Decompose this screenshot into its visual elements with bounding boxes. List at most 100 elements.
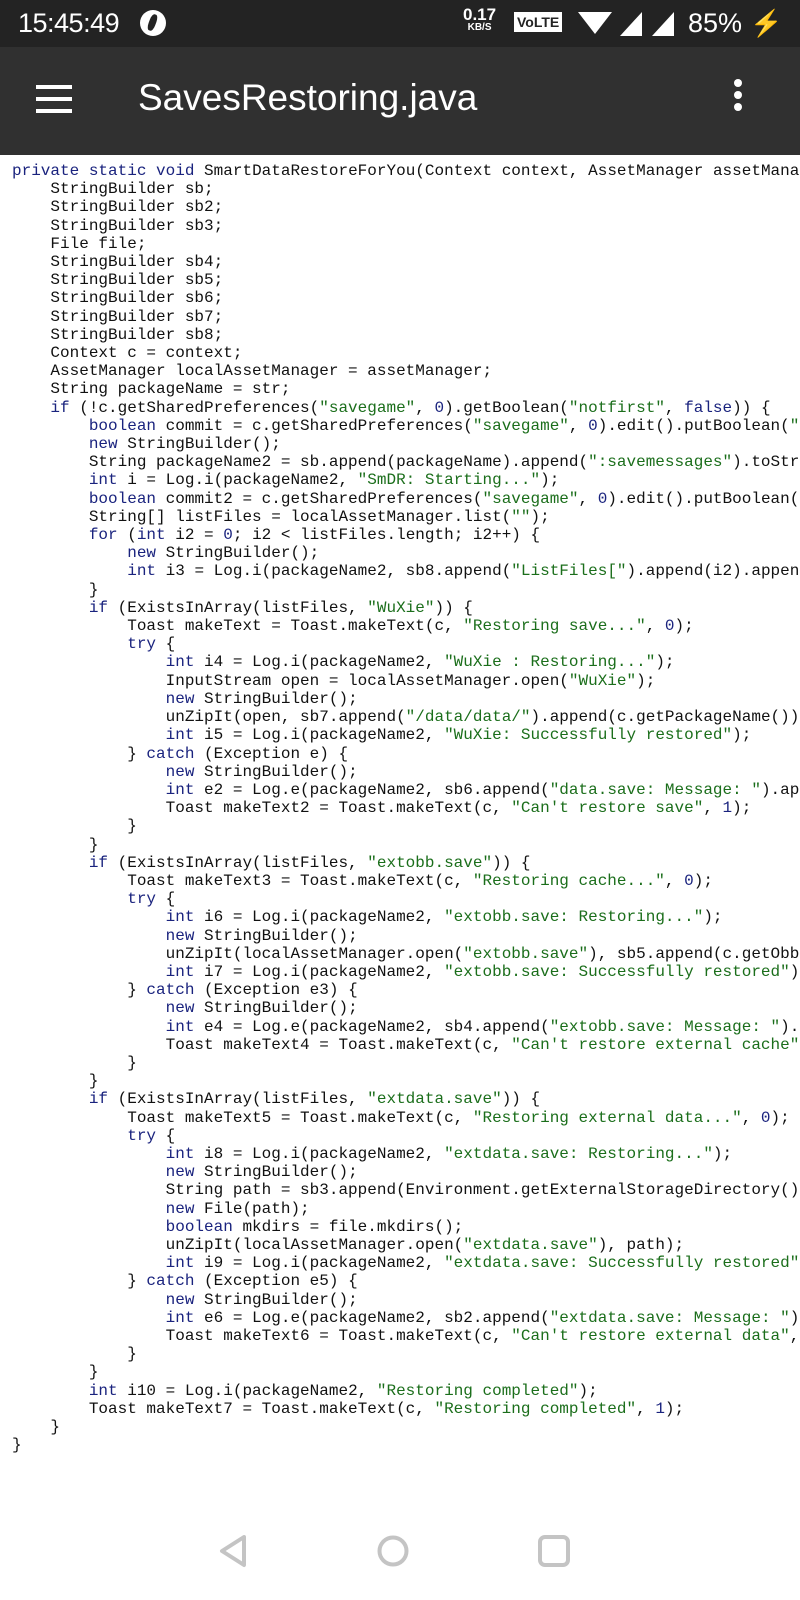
code-text: ); [664, 1399, 685, 1418]
code-line: Toast makeText3 = Toast.makeText(c, "Res… [12, 872, 800, 890]
code-text: StringBuilder sb5; [12, 271, 224, 290]
more-vert-icon[interactable] [730, 79, 746, 123]
code-text: } [12, 1053, 137, 1072]
code-line: if (ExistsInArray(listFiles, "extobb.sav… [12, 854, 800, 872]
code-str: ":savemessages" [588, 453, 733, 472]
code-text: e6 = Log.e(packageName2, sb2.append( [194, 1308, 550, 1327]
code-line: try { [12, 635, 800, 653]
code-text: i5 = Log.i(packageName2, [194, 726, 445, 745]
code-line: unZipIt(localAssetManager.open("extobb.s… [12, 945, 800, 963]
code-text: } [12, 580, 99, 599]
code-text: ).getBoolean( [444, 398, 569, 417]
code-kw: int [165, 1308, 195, 1327]
home-icon[interactable] [376, 1534, 410, 1568]
code-view[interactable]: private static void SmartDataRestoreForY… [12, 162, 800, 1454]
code-text: } [12, 817, 137, 836]
code-line: } [12, 1072, 800, 1090]
code-line: new StringBuilder(); [12, 544, 800, 562]
code-text: ); [693, 871, 713, 890]
code-line: int i9 = Log.i(packageName2, "extdata.sa… [12, 1254, 800, 1272]
code-text: StringBuilder(); [194, 689, 358, 708]
code-line: int i = Log.i(packageName2, "SmDR: Start… [12, 471, 800, 489]
code-str: "ListFiles[" [511, 562, 627, 581]
status-bar: 15:45:49 0.17 KB/S VoLTE 85% ⚡ [0, 0, 800, 47]
charging-icon: ⚡ [750, 8, 783, 38]
code-text: i9 = Log.i(packageName2, [194, 1254, 445, 1273]
code-text: } [12, 1072, 99, 1091]
code-kw: try [127, 1126, 157, 1145]
code-kw: if [88, 598, 109, 617]
code-text: ), path); [597, 1235, 685, 1254]
code-kw: new [127, 544, 157, 563]
code-text: String path = sb3.append(Environment.get… [12, 1181, 800, 1200]
code-text: StringBuilder(); [194, 762, 358, 781]
code-text: ); [655, 653, 675, 672]
code-str: "extdata.save: Successfully restored" [444, 1254, 800, 1273]
code-str: "data.save: Message: " [549, 780, 761, 799]
code-line: int i5 = Log.i(packageName2, "WuXie: Suc… [12, 726, 800, 744]
code-kw: new [88, 435, 118, 454]
code-num: 0 [588, 416, 598, 435]
code-kw: int [165, 1144, 195, 1163]
code-str: "Can't restore external cache" [511, 1035, 800, 1054]
code-kw: int [165, 962, 195, 981]
code-text: } [12, 744, 147, 763]
code-str: " [789, 416, 800, 435]
code-line: StringBuilder sb6; [12, 289, 800, 307]
code-text: )) { [492, 853, 531, 872]
code-line: } [12, 581, 800, 599]
code-text: Toast makeText5 = Toast.makeText(c, [12, 1108, 473, 1127]
hamburger-icon[interactable] [36, 85, 72, 115]
code-line: Toast makeText5 = Toast.makeText(c, "Res… [12, 1109, 800, 1127]
network-speed-unit: KB/S [467, 22, 492, 33]
code-text: unZipIt(localAssetManager.open( [12, 944, 464, 963]
code-text: Context c = context; [12, 344, 243, 363]
code-text: , [741, 1108, 761, 1127]
code-str: "savegame" [319, 398, 416, 417]
volte-badge: VoLTE [514, 12, 563, 32]
code-line: new StringBuilder(); [12, 1291, 800, 1309]
code-str: "extdata.save" [463, 1235, 598, 1254]
code-line: StringBuilder sb3; [12, 217, 800, 235]
code-kw: static [88, 162, 147, 180]
code-kw: new [165, 926, 195, 945]
code-text: ) [789, 1308, 800, 1327]
back-icon[interactable] [218, 1534, 248, 1568]
code-kw: int [165, 780, 195, 799]
code-text: ) [789, 962, 800, 981]
code-line: String packageName2 = sb.append(packageN… [12, 453, 800, 471]
code-text: ).edit().putBoolean( [597, 416, 790, 435]
code-text: ); [636, 671, 656, 690]
code-text: e4 = Log.e(packageName2, sb4.append( [194, 1017, 550, 1036]
code-str: "SmDR: Starting..." [357, 471, 541, 490]
code-text: i7 = Log.i(packageName2, [194, 962, 445, 981]
code-text: , [703, 799, 723, 818]
code-kw: new [165, 762, 195, 781]
code-kw: int [88, 471, 118, 490]
code-line: } [12, 1436, 800, 1454]
code-text: , [415, 398, 435, 417]
signal-icon [620, 12, 642, 36]
code-text: ).append(i2).appen [626, 562, 800, 581]
code-line: String packageName = str; [12, 380, 800, 398]
code-line: new File(path); [12, 1200, 800, 1218]
code-text: { [156, 890, 176, 909]
recents-icon[interactable] [537, 1534, 571, 1568]
code-num: 0 [597, 489, 608, 508]
code-text: i3 = Log.i(packageName2, sb8.append( [156, 562, 512, 581]
code-num: 0 [434, 398, 445, 417]
